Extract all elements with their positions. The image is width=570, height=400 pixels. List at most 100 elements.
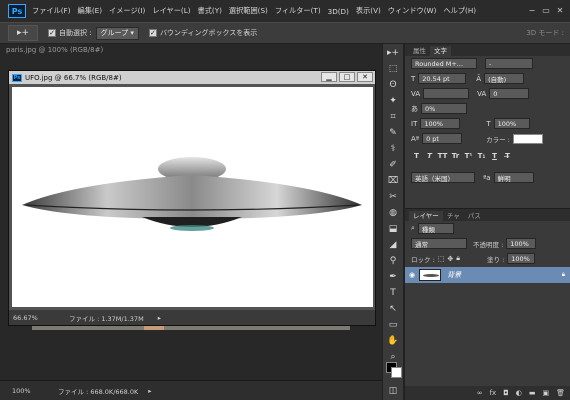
strikethrough-button[interactable]: T̶ bbox=[502, 152, 513, 162]
tab-layers[interactable]: レイヤー bbox=[409, 211, 443, 221]
rectangle-tool-icon[interactable]: ▭ bbox=[385, 318, 401, 332]
tsume-field[interactable]: 0% bbox=[421, 103, 467, 114]
kerning-field[interactable] bbox=[423, 88, 470, 99]
layer-item-background[interactable]: ◉ 背景 🔒︎ bbox=[405, 267, 570, 283]
horizontal-scale-field[interactable]: 100% bbox=[493, 118, 530, 129]
menu-layer[interactable]: レイヤー(L) bbox=[152, 6, 190, 16]
new-layer-icon[interactable]: ▣ bbox=[542, 389, 549, 397]
small-caps-button[interactable]: Tr bbox=[450, 152, 461, 162]
faux-bold-button[interactable]: T bbox=[411, 152, 422, 162]
menu-image[interactable]: イメージ(I) bbox=[109, 6, 145, 16]
menu-file[interactable]: ファイル(F) bbox=[32, 6, 71, 16]
history-brush-tool-icon[interactable]: ✂ bbox=[385, 190, 401, 204]
right-panels: 属性 文字 Rounded M+... - T 20.54 pt Ā (自動) … bbox=[404, 44, 570, 400]
tracking-field[interactable]: 0 bbox=[489, 88, 530, 99]
fill-field[interactable]: 100% bbox=[507, 253, 536, 264]
link-layers-icon[interactable]: ∞ bbox=[477, 389, 483, 397]
path-select-tool-icon[interactable]: ↖ bbox=[385, 302, 401, 316]
doc-close-button[interactable]: ✕ bbox=[357, 72, 373, 82]
quick-select-tool-icon[interactable]: ✦ bbox=[385, 94, 401, 108]
background-document-tab[interactable]: paris.jpg @ 100% (RGB/8#) bbox=[6, 44, 103, 56]
lock-pixels-icon[interactable]: ⬚ bbox=[438, 255, 445, 263]
doc-restore-button[interactable]: □ bbox=[339, 72, 355, 82]
marquee-tool-icon[interactable]: ⬚ bbox=[385, 62, 401, 76]
visibility-eye-icon[interactable]: ◉ bbox=[409, 271, 415, 279]
restore-app-button[interactable]: ▭ bbox=[540, 5, 552, 16]
lock-position-icon[interactable]: ✥ bbox=[447, 255, 453, 263]
ufo-canvas[interactable] bbox=[12, 87, 373, 307]
layer-style-icon[interactable]: fx bbox=[490, 389, 497, 397]
opacity-field[interactable]: 100% bbox=[506, 238, 537, 249]
eyedropper-tool-icon[interactable]: ✎ bbox=[385, 126, 401, 140]
bounding-box-checkbox[interactable]: ✓ bbox=[148, 29, 157, 37]
blend-row: 通常 不透明度 : 100% bbox=[405, 236, 570, 251]
text-color-swatch[interactable] bbox=[512, 133, 543, 144]
antialias-select[interactable]: 鮮明 bbox=[493, 172, 534, 183]
lasso-tool-icon[interactable]: ʘ bbox=[385, 78, 401, 92]
gradient-tool-icon[interactable]: ⬓ bbox=[385, 222, 401, 236]
faux-italic-button[interactable]: T bbox=[424, 152, 435, 162]
dodge-tool-icon[interactable]: ⚲ bbox=[385, 254, 401, 268]
brush-tool-icon[interactable]: ✐ bbox=[385, 158, 401, 172]
type-tool-icon[interactable]: T bbox=[385, 286, 401, 300]
superscript-button[interactable]: T¹ bbox=[463, 152, 474, 162]
delete-layer-icon[interactable]: 🗑︎ bbox=[556, 389, 565, 397]
tab-properties[interactable]: 属性 bbox=[409, 46, 430, 56]
hand-tool-icon[interactable]: ✋ bbox=[385, 334, 401, 348]
tab-paths[interactable]: パス bbox=[464, 211, 485, 221]
lock-all-icon[interactable]: 🔒︎ bbox=[456, 254, 460, 263]
tab-character[interactable]: 文字 bbox=[430, 46, 451, 56]
tab-channels[interactable]: チャ bbox=[443, 211, 464, 221]
language-select[interactable]: 英語（米国） bbox=[411, 172, 475, 183]
underline-button[interactable]: T bbox=[489, 152, 500, 162]
add-mask-icon[interactable]: ◘ bbox=[503, 389, 509, 397]
ufo-zoom-level[interactable]: 66.67% bbox=[13, 314, 39, 322]
app-logo: Ps bbox=[8, 4, 26, 18]
font-family-select[interactable]: Rounded M+... bbox=[411, 58, 477, 69]
quick-mask-icon[interactable]: ◫ bbox=[385, 384, 401, 398]
tool-preset-picker[interactable]: ▸+ bbox=[8, 25, 38, 41]
eraser-tool-icon[interactable]: ◍ bbox=[385, 206, 401, 220]
blend-mode-select[interactable]: 通常 bbox=[411, 238, 467, 249]
crop-tool-icon[interactable]: ⌗ bbox=[385, 110, 401, 124]
ps-document-icon: Ps bbox=[12, 73, 22, 82]
font-size-field[interactable]: 20.54 pt bbox=[418, 73, 467, 84]
baseline-row: Aª 0 pt カラー : bbox=[405, 131, 570, 146]
background-color-swatch[interactable] bbox=[391, 367, 402, 378]
menu-view[interactable]: 表示(V) bbox=[356, 6, 381, 16]
status-menu-arrow-icon[interactable]: ▸ bbox=[148, 387, 151, 395]
status-menu-arrow-icon[interactable]: ▸ bbox=[158, 314, 161, 322]
baseline-field[interactable]: 0 pt bbox=[422, 133, 463, 144]
auto-select-checkbox[interactable]: ✓ bbox=[48, 29, 56, 37]
ufo-document-titlebar[interactable]: Ps UFO.jpg @ 66.7% (RGB/8#) ▁ □ ✕ bbox=[9, 71, 375, 84]
menu-3d[interactable]: 3D(D) bbox=[328, 7, 349, 16]
healing-brush-tool-icon[interactable]: ⚕ bbox=[385, 142, 401, 156]
menu-filter[interactable]: フィルター(T) bbox=[275, 6, 321, 16]
pen-tool-icon[interactable]: ✒ bbox=[385, 270, 401, 284]
all-caps-button[interactable]: TT bbox=[437, 152, 448, 162]
adjustment-layer-icon[interactable]: ◐ bbox=[516, 389, 522, 397]
subscript-button[interactable]: T₁ bbox=[476, 152, 487, 162]
leading-field[interactable]: (自動) bbox=[484, 73, 525, 84]
move-tool-icon[interactable]: ▸+ bbox=[385, 46, 401, 60]
close-app-button[interactable]: ✕ bbox=[554, 5, 566, 16]
blur-tool-icon[interactable]: ◢ bbox=[385, 238, 401, 252]
minimize-app-button[interactable]: − bbox=[526, 5, 538, 16]
chevron-down-icon: ▾ bbox=[130, 29, 134, 37]
menu-type[interactable]: 書式(Y) bbox=[198, 6, 222, 16]
auto-select-dropdown[interactable]: グループ ▾ bbox=[95, 26, 139, 40]
menu-help[interactable]: ヘルプ(H) bbox=[443, 6, 476, 16]
new-group-icon[interactable]: ▬ bbox=[529, 389, 536, 397]
font-style-select[interactable]: - bbox=[485, 58, 533, 69]
menu-edit[interactable]: 編集(E) bbox=[78, 6, 103, 16]
clone-stamp-tool-icon[interactable]: ⌧ bbox=[385, 174, 401, 188]
main-zoom-level[interactable]: 100% bbox=[12, 387, 38, 395]
menu-select[interactable]: 選択範囲(S) bbox=[229, 6, 268, 16]
vertical-scale-field[interactable]: 100% bbox=[420, 118, 461, 129]
ufo-document-window[interactable]: Ps UFO.jpg @ 66.7% (RGB/8#) ▁ □ ✕ 66.67%… bbox=[8, 70, 376, 326]
doc-minimize-button[interactable]: ▁ bbox=[321, 72, 337, 82]
language-row: 英語（米国） ªa 鮮明 bbox=[405, 170, 570, 185]
main-status-bar: 100% ファイル : 668.0K/668.0K ▸ bbox=[0, 380, 382, 400]
layer-kind-select[interactable]: 種類 bbox=[417, 223, 454, 234]
menu-window[interactable]: ウィンドウ(W) bbox=[388, 6, 437, 16]
